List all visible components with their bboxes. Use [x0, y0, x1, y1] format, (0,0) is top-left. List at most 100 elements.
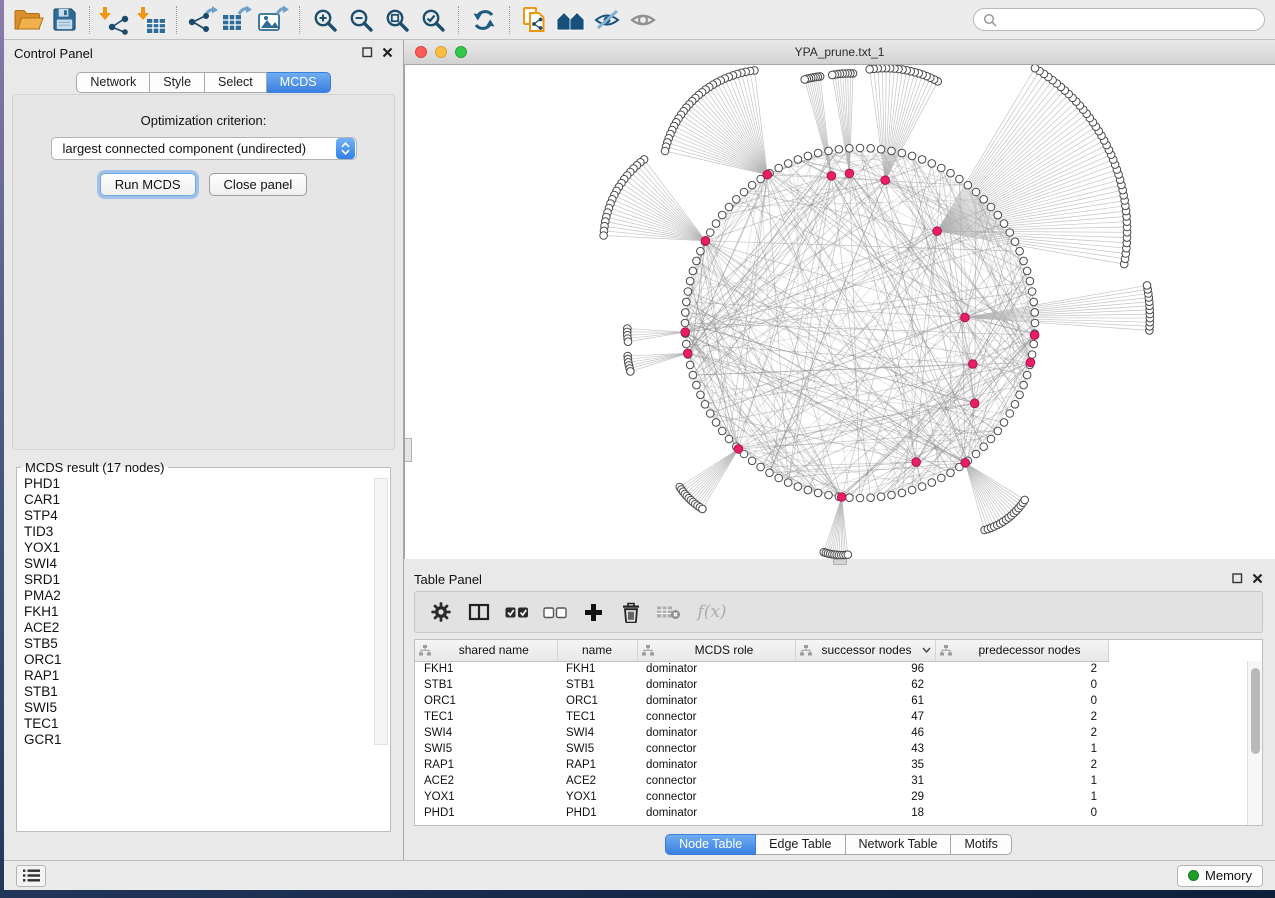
save-session-button[interactable]: [46, 4, 82, 36]
list-item[interactable]: CAR1: [24, 492, 390, 508]
export-network-button[interactable]: [184, 4, 220, 36]
zoom-out-button[interactable]: [343, 4, 379, 36]
zoom-in-button[interactable]: [307, 4, 343, 36]
close-table-panel-button[interactable]: [1252, 572, 1263, 587]
table-row[interactable]: SWI5SWI5connector431: [415, 741, 1108, 757]
close-panel-button-mcds[interactable]: Close panel: [209, 173, 308, 196]
hide-selected-button[interactable]: [589, 4, 625, 36]
table-row[interactable]: STB1STB1dominator620: [415, 677, 1108, 693]
list-item[interactable]: STB1: [24, 684, 390, 700]
deselect-all-button[interactable]: [543, 599, 567, 625]
tab-node-table[interactable]: Node Table: [665, 834, 756, 855]
share-document-button[interactable]: [517, 4, 553, 36]
export-table-button[interactable]: [220, 4, 256, 36]
export-image-button[interactable]: [256, 4, 292, 36]
float-table-panel-button[interactable]: [1232, 572, 1243, 587]
list-item[interactable]: TID3: [24, 524, 390, 540]
function-builder-button[interactable]: f(x): [695, 599, 729, 625]
list-item[interactable]: TEC1: [24, 716, 390, 732]
table-row[interactable]: YOX1YOX1connector291: [415, 789, 1108, 805]
delete-column-button[interactable]: [619, 599, 643, 625]
network-graph[interactable]: [405, 65, 1275, 559]
close-panel-button[interactable]: [382, 46, 393, 61]
list-item[interactable]: STB5: [24, 636, 390, 652]
result-list-scrollbar[interactable]: [374, 478, 388, 745]
search-input[interactable]: [1003, 13, 1255, 27]
node-table-container: shared name name MCDS role successor nod…: [414, 639, 1263, 826]
import-network-button[interactable]: [97, 4, 133, 36]
column-header-successor-nodes[interactable]: successor nodes: [795, 640, 935, 661]
right-area: YPA_prune.txt_1 Table Panel: [404, 40, 1275, 860]
table-row[interactable]: SWI4SWI4dominator462: [415, 725, 1108, 741]
control-panel-tabs: Network Style Select MCDS: [4, 72, 403, 93]
table-row[interactable]: RAP1RAP1dominator352: [415, 757, 1108, 773]
select-stepper: [336, 138, 355, 159]
list-item[interactable]: YOX1: [24, 540, 390, 556]
table-row[interactable]: TEC1TEC1connector472: [415, 709, 1108, 725]
list-item[interactable]: FKH1: [24, 604, 390, 620]
table-panel: Table Panel: [404, 565, 1275, 860]
tab-select[interactable]: Select: [205, 72, 267, 93]
optimization-criterion-select[interactable]: largest connected component (undirected): [51, 137, 357, 160]
tab-network[interactable]: Network: [76, 72, 150, 93]
main-area: Control Panel Network Style Select MCDS …: [4, 40, 1275, 860]
checked-boxes-icon: [505, 606, 529, 619]
network-window-title: YPA_prune.txt_1: [795, 45, 885, 59]
list-item[interactable]: RAP1: [24, 668, 390, 684]
select-all-button[interactable]: [505, 599, 529, 625]
horizontal-splitter[interactable]: [404, 559, 1275, 565]
vertical-splitter-handle[interactable]: [405, 438, 412, 462]
task-history-button[interactable]: [16, 865, 46, 887]
refresh-view-button[interactable]: [466, 4, 502, 36]
show-all-button[interactable]: [625, 4, 661, 36]
toggle-column-view-button[interactable]: [467, 599, 491, 625]
open-file-button[interactable]: [10, 4, 46, 36]
table-row[interactable]: ORC1ORC1dominator610: [415, 693, 1108, 709]
list-item[interactable]: SWI4: [24, 556, 390, 572]
list-item[interactable]: PMA2: [24, 588, 390, 604]
add-column-button[interactable]: [581, 599, 605, 625]
tab-network-table[interactable]: Network Table: [846, 834, 952, 855]
run-mcds-button[interactable]: Run MCDS: [100, 173, 196, 196]
list-item[interactable]: SWI5: [24, 700, 390, 716]
delete-table-button[interactable]: [657, 599, 681, 625]
table-row[interactable]: ACE2ACE2connector311: [415, 773, 1108, 789]
network-window-titlebar[interactable]: YPA_prune.txt_1: [404, 40, 1275, 65]
column-header-shared-name[interactable]: shared name: [415, 640, 557, 661]
zoom-selected-button[interactable]: [415, 4, 451, 36]
tab-motifs[interactable]: Motifs: [951, 834, 1011, 855]
list-item[interactable]: SRD1: [24, 572, 390, 588]
maximize-window-button[interactable]: [455, 46, 467, 58]
import-table-button[interactable]: [133, 4, 169, 36]
table-panel-title: Table Panel: [414, 572, 482, 587]
list-item[interactable]: ORC1: [24, 652, 390, 668]
list-item[interactable]: PHD1: [24, 476, 390, 492]
horizontal-splitter-handle[interactable]: [833, 559, 847, 565]
float-panel-button[interactable]: [362, 46, 373, 61]
column-header-mcds-role[interactable]: MCDS role: [637, 640, 795, 661]
network-canvas[interactable]: [404, 65, 1275, 559]
tree-icon: [642, 645, 654, 656]
tab-edge-table[interactable]: Edge Table: [756, 834, 845, 855]
table-settings-button[interactable]: [429, 599, 453, 625]
refresh-icon: [470, 6, 498, 34]
list-item[interactable]: ACE2: [24, 620, 390, 636]
column-header-predecessor-nodes[interactable]: predecessor nodes: [935, 640, 1108, 661]
zoom-fit-button[interactable]: [379, 4, 415, 36]
list-item[interactable]: GCR1: [24, 732, 390, 748]
first-neighbors-button[interactable]: [553, 4, 589, 36]
table-scrollbar-thumb[interactable]: [1251, 668, 1260, 754]
memory-label: Memory: [1205, 868, 1252, 883]
table-row[interactable]: FKH1FKH1dominator962: [415, 661, 1108, 677]
minimize-window-button[interactable]: [435, 46, 447, 58]
zoom-out-icon: [348, 7, 374, 33]
table-row[interactable]: PHD1PHD1dominator180: [415, 805, 1108, 821]
memory-button[interactable]: Memory: [1177, 865, 1263, 887]
column-header-name[interactable]: name: [557, 640, 637, 661]
list-item[interactable]: STP4: [24, 508, 390, 524]
close-window-button[interactable]: [415, 46, 427, 58]
tab-style[interactable]: Style: [150, 72, 205, 93]
tab-mcds[interactable]: MCDS: [267, 72, 331, 93]
mcds-result-box: MCDS result (17 nodes) PHD1 CAR1 STP4 TI…: [16, 460, 391, 832]
table-scrollbar[interactable]: [1247, 661, 1262, 825]
